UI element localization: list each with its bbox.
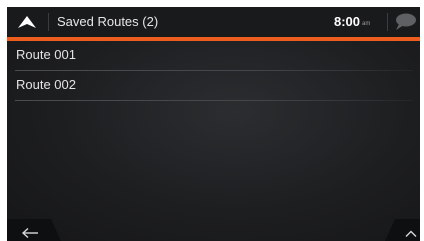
route-item-002[interactable]: Route 002 [7, 71, 420, 101]
status-divider [387, 13, 388, 31]
route-label: Route 002 [16, 77, 76, 92]
clock: 8:00 am [334, 14, 370, 30]
clock-time: 8:00 [334, 14, 361, 29]
back-button[interactable] [7, 219, 61, 241]
clock-ampm: am [362, 21, 371, 27]
chevron-up-icon [385, 219, 420, 241]
back-arrow-icon [7, 219, 61, 241]
title-divider [48, 13, 49, 31]
list-separator [15, 100, 413, 101]
menu-button[interactable] [385, 219, 420, 241]
route-item-001[interactable]: Route 001 [7, 41, 420, 71]
up-arrow-icon[interactable] [13, 12, 41, 32]
route-label: Route 001 [16, 47, 76, 62]
navigation-screen: Saved Routes (2) 8:00 am Route 001 Route … [7, 7, 420, 241]
speech-bubble-icon[interactable] [393, 12, 417, 32]
title-bar: Saved Routes (2) 8:00 am [7, 7, 420, 37]
page-title: Saved Routes (2) [57, 14, 159, 29]
route-list: Route 001 Route 002 [7, 41, 420, 101]
